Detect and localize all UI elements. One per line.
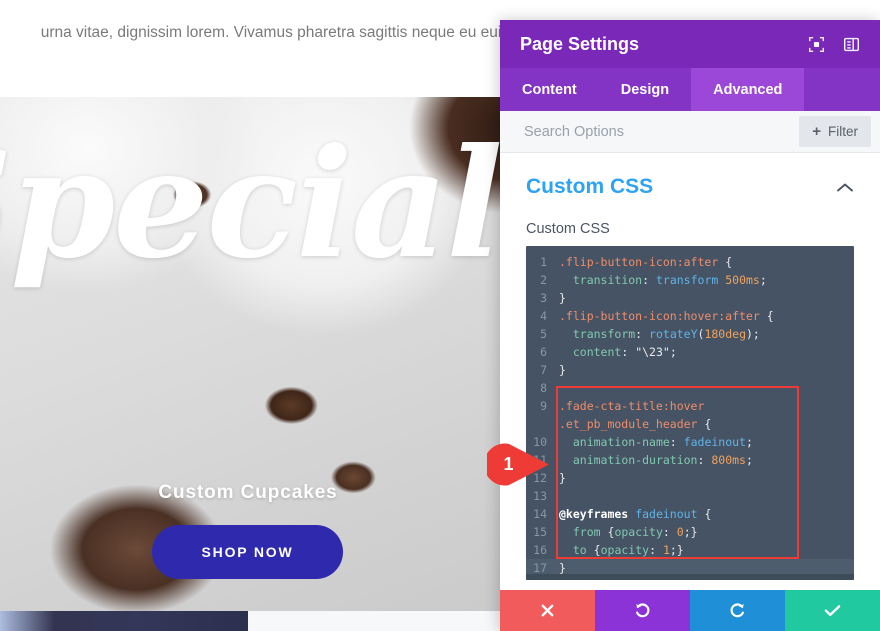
code-line-number: 3 <box>540 291 547 305</box>
code-line-text: content: "\23"; <box>572 345 677 359</box>
hero-subtitle: Custom Cupcakes <box>158 482 338 503</box>
site-footer-right-panel <box>248 611 500 631</box>
code-line-number: 15 <box>533 525 547 539</box>
code-line-number: 2 <box>540 273 547 287</box>
callout-number: 1 <box>503 454 514 474</box>
panel-action-bar <box>500 590 880 631</box>
code-line-number: 4 <box>540 309 547 323</box>
code-line: 4 .flip-button-icon:hover:after { <box>526 307 854 325</box>
code-line: 1 .flip-button-icon:after { <box>526 253 854 271</box>
code-line-text: .fade-cta-title:hover <box>559 399 705 413</box>
search-bar: + Filter <box>500 111 880 153</box>
plus-icon: + <box>812 123 821 140</box>
page-settings-panel: Page Settings Content Design Advanced Se… <box>500 20 880 631</box>
tab-advanced[interactable]: Advanced <box>691 68 805 111</box>
shop-now-button[interactable]: SHOP NOW <box>152 525 343 579</box>
code-line: 7} <box>526 361 854 379</box>
tab-content[interactable]: Content <box>500 68 599 111</box>
code-line-number: 7 <box>540 363 547 377</box>
fullscreen-icon[interactable] <box>808 36 825 53</box>
code-line-text: @keyframes fadeinout { <box>559 507 712 521</box>
code-line-text: .flip-button-icon:after { <box>559 255 733 269</box>
panel-header-icons <box>808 36 860 53</box>
code-line: 9 .fade-cta-title:hover <box>526 397 854 415</box>
code-horizontal-scrollbar[interactable] <box>526 574 854 580</box>
page-title: Page Settings <box>520 33 640 54</box>
undo-icon <box>635 603 650 618</box>
filter-button-label: Filter <box>828 124 858 139</box>
redo-icon <box>730 603 745 618</box>
chevron-up-icon[interactable] <box>836 182 854 193</box>
site-footer-left-panel <box>0 611 248 631</box>
code-line-number: 1 <box>540 255 547 269</box>
section-title: Custom CSS <box>526 175 654 198</box>
code-line: 8 <box>526 379 854 397</box>
panel-tabs: Content Design Advanced <box>500 68 880 111</box>
custom-css-section-header[interactable]: Custom CSS <box>526 153 854 205</box>
layout-panel-icon[interactable] <box>843 36 860 53</box>
search-input[interactable] <box>522 122 800 141</box>
cancel-button[interactable] <box>500 590 595 631</box>
custom-css-field-label: Custom CSS <box>526 221 610 237</box>
save-button[interactable] <box>785 590 880 631</box>
step-callout-1: 1 <box>487 443 551 486</box>
code-line: 16 to {opacity: 1;} <box>526 541 854 559</box>
screenshot-root: urna vitae, dignissim lorem. Vivamus pha… <box>0 0 880 631</box>
code-line-text: transition: transform 500ms; <box>572 273 767 287</box>
code-line: 6 content: "\23"; <box>526 343 854 361</box>
site-paragraph-line-cut <box>0 0 580 20</box>
code-line: 13 <box>526 487 854 505</box>
code-line-text: to {opacity: 1;} <box>572 543 684 557</box>
code-line-text: .et_pb_module_header { <box>559 417 712 431</box>
code-line-number: 9 <box>540 399 547 413</box>
code-line-number: 14 <box>533 507 547 521</box>
code-line-number: 8 <box>540 381 547 395</box>
code-line-text: transform: rotateY(180deg); <box>572 327 760 341</box>
site-paragraph-line: urna vitae, dignissim lorem. Vivamus pha… <box>40 24 540 41</box>
code-line-text: .flip-button-icon:hover:after { <box>559 309 774 323</box>
code-line: 3} <box>526 289 854 307</box>
code-line: 12} <box>526 469 854 487</box>
code-line: 10 animation-name: fadeinout; <box>526 433 854 451</box>
code-lines[interactable]: 1 .flip-button-icon:after { 2 transition: … <box>526 246 854 577</box>
code-line-number: 13 <box>533 489 547 503</box>
undo-button[interactable] <box>595 590 690 631</box>
custom-css-code-editor[interactable]: 1 .flip-button-icon:after { 2 transition: … <box>526 246 854 580</box>
tab-design[interactable]: Design <box>599 68 691 111</box>
check-icon <box>824 605 841 617</box>
code-line: 14 @keyframes fadeinout { <box>526 505 854 523</box>
code-line-text: } <box>559 471 566 485</box>
redo-button[interactable] <box>690 590 785 631</box>
site-paragraph: urna vitae, dignissim lorem. Vivamus pha… <box>0 0 580 46</box>
code-line-number: 5 <box>540 327 547 341</box>
code-line: 2 transition: transform 500ms; <box>526 271 854 289</box>
code-line-text: animation-duration: 800ms; <box>572 453 753 467</box>
code-line-number: 16 <box>533 543 547 557</box>
code-line-text: from {opacity: 0;} <box>572 525 698 539</box>
code-line-text: } <box>559 291 566 305</box>
code-line-text: animation-name: fadeinout; <box>572 435 753 449</box>
filter-button[interactable]: + Filter <box>799 116 871 147</box>
code-line: 15 from {opacity: 0;} <box>526 523 854 541</box>
panel-body: Custom CSS Custom CSS 1 .flip-button-icon… <box>500 153 880 590</box>
code-line: 5 transform: rotateY(180deg); <box>526 325 854 343</box>
code-line: 11 animation-duration: 800ms; <box>526 451 854 469</box>
code-line-text: } <box>559 363 566 377</box>
code-line: .et_pb_module_header { <box>526 415 854 433</box>
close-icon <box>541 604 554 617</box>
code-line-number: 6 <box>540 345 547 359</box>
panel-header: Page Settings <box>500 20 880 68</box>
